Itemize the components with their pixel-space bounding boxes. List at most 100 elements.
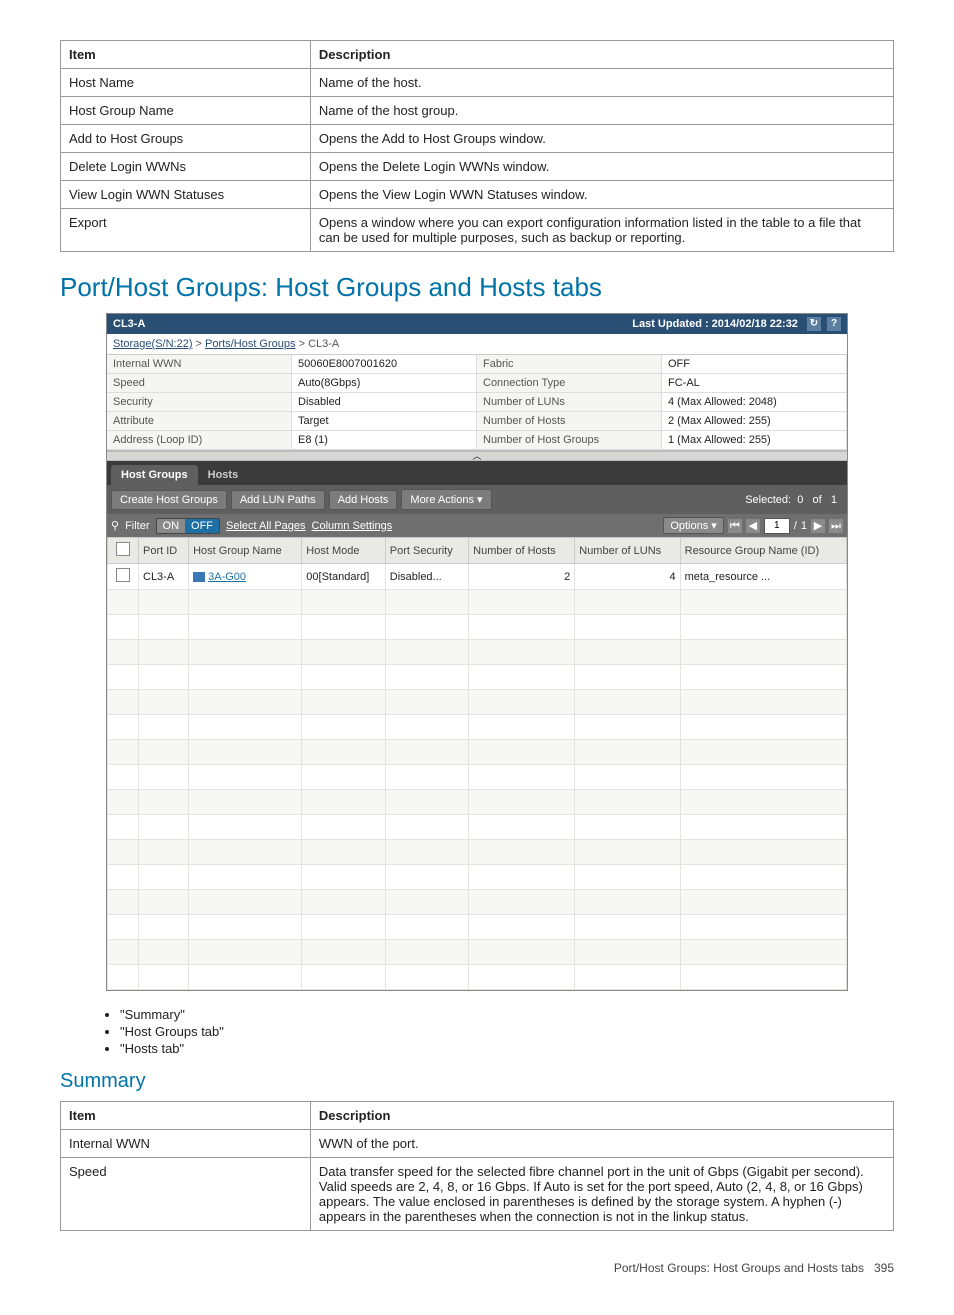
table-row[interactable]: CL3-A 3A-G00 00[Standard] Disabled... 2 … bbox=[108, 564, 847, 590]
list-item: "Summary" bbox=[120, 1007, 894, 1022]
host-group-link[interactable]: 3A-G00 bbox=[208, 571, 246, 583]
item-description-table-1: Item Description Host NameName of the ho… bbox=[60, 40, 894, 252]
tab-host-groups[interactable]: Host Groups bbox=[111, 465, 198, 485]
add-lun-paths-button[interactable]: Add LUN Paths bbox=[231, 490, 325, 510]
breadcrumb-link[interactable]: Storage(S/N:22) bbox=[113, 338, 192, 350]
more-actions-button[interactable]: More Actions ▾ bbox=[401, 489, 491, 510]
filter-toggle[interactable]: ON OFF bbox=[156, 518, 221, 534]
table-row bbox=[108, 890, 847, 915]
col-num-luns[interactable]: Number of LUNs bbox=[575, 538, 680, 564]
page-next-icon[interactable]: ▶ bbox=[811, 519, 825, 533]
info-value: Disabled bbox=[292, 393, 477, 412]
col-port-security[interactable]: Port Security bbox=[385, 538, 468, 564]
heading-port-host-groups: Port/Host Groups: Host Groups and Hosts … bbox=[60, 272, 894, 303]
filterbar: ⚲ Filter ON OFF Select All Pages Column … bbox=[107, 514, 847, 537]
host-groups-table: Port ID Host Group Name Host Mode Port S… bbox=[107, 537, 847, 990]
table-row bbox=[108, 715, 847, 740]
item-description-table-2: Item Description Internal WWNWWN of the … bbox=[60, 1101, 894, 1231]
select-all-pages-button[interactable]: Select All Pages bbox=[226, 520, 306, 532]
col-host-group-name[interactable]: Host Group Name bbox=[189, 538, 302, 564]
cell: WWN of the port. bbox=[310, 1130, 893, 1158]
selected-info: Selected: 0 of 1 bbox=[745, 494, 843, 506]
info-label: Fabric bbox=[477, 355, 662, 374]
options-label: Options bbox=[670, 520, 708, 532]
table-row bbox=[108, 590, 847, 615]
col-host-mode[interactable]: Host Mode bbox=[302, 538, 385, 564]
cell: Opens the View Login WWN Statuses window… bbox=[310, 181, 893, 209]
info-value: E8 (1) bbox=[292, 431, 477, 450]
add-hosts-button[interactable]: Add Hosts bbox=[329, 490, 398, 510]
footer-page: 395 bbox=[874, 1261, 894, 1275]
info-label: Number of Hosts bbox=[477, 412, 662, 431]
table-row bbox=[108, 840, 847, 865]
titlebar: CL3-A Last Updated : 2014/02/18 22:32 ↻ … bbox=[107, 314, 847, 334]
info-value: OFF bbox=[662, 355, 847, 374]
info-value: FC-AL bbox=[662, 374, 847, 393]
table-row bbox=[108, 615, 847, 640]
cell: Name of the host group. bbox=[310, 97, 893, 125]
breadcrumb: Storage(S/N:22) > Ports/Host Groups > CL… bbox=[107, 334, 847, 355]
cell-resource-group: meta_resource ... bbox=[680, 564, 846, 590]
table-row bbox=[108, 965, 847, 990]
info-label: Number of LUNs bbox=[477, 393, 662, 412]
filter-label: Filter bbox=[125, 520, 149, 532]
cell: Name of the host. bbox=[310, 69, 893, 97]
footer-text: Port/Host Groups: Host Groups and Hosts … bbox=[614, 1261, 864, 1275]
info-label: Attribute bbox=[107, 412, 292, 431]
col-item: Item bbox=[61, 1102, 311, 1130]
selected-label: Selected: bbox=[745, 494, 791, 506]
page-prev-icon[interactable]: ◀ bbox=[746, 519, 760, 533]
breadcrumb-current: CL3-A bbox=[308, 338, 339, 350]
cell: Data transfer speed for the selected fib… bbox=[310, 1158, 893, 1231]
window-title: CL3-A bbox=[113, 318, 145, 330]
cell-host-group-name[interactable]: 3A-G00 bbox=[189, 564, 302, 590]
info-label: Address (Loop ID) bbox=[107, 431, 292, 450]
tab-hosts[interactable]: Hosts bbox=[198, 465, 249, 485]
options-button[interactable]: Options ▾ bbox=[663, 517, 724, 534]
info-grid: Internal WWN 50060E8007001620 Fabric OFF… bbox=[107, 355, 847, 451]
info-label: Speed bbox=[107, 374, 292, 393]
row-checkbox[interactable] bbox=[116, 568, 130, 582]
column-settings-button[interactable]: Column Settings bbox=[312, 520, 393, 532]
cell: View Login WWN Statuses bbox=[61, 181, 311, 209]
selected-of: of bbox=[813, 494, 822, 506]
filter-on[interactable]: ON bbox=[157, 519, 186, 533]
info-value: Auto(8Gbps) bbox=[292, 374, 477, 393]
selected-count: 0 bbox=[797, 494, 803, 506]
cell: Opens the Add to Host Groups window. bbox=[310, 125, 893, 153]
cell: Export bbox=[61, 209, 311, 252]
breadcrumb-link[interactable]: Ports/Host Groups bbox=[205, 338, 295, 350]
table-row bbox=[108, 665, 847, 690]
page-last-icon[interactable]: ⏭ bbox=[829, 519, 843, 533]
more-actions-label: More Actions bbox=[410, 494, 474, 506]
create-host-groups-button[interactable]: Create Host Groups bbox=[111, 490, 227, 510]
help-icon[interactable]: ? bbox=[827, 317, 841, 331]
tabs: Host Groups Hosts bbox=[107, 461, 847, 485]
last-updated: Last Updated : 2014/02/18 22:32 bbox=[632, 318, 798, 330]
cell: Internal WWN bbox=[61, 1130, 311, 1158]
toolbar: Create Host Groups Add LUN Paths Add Hos… bbox=[107, 485, 847, 514]
col-resource-group[interactable]: Resource Group Name (ID) bbox=[680, 538, 846, 564]
filter-off[interactable]: OFF bbox=[185, 519, 219, 533]
page-footer: Port/Host Groups: Host Groups and Hosts … bbox=[60, 1261, 894, 1275]
info-label: Number of Host Groups bbox=[477, 431, 662, 450]
col-port-id[interactable]: Port ID bbox=[139, 538, 189, 564]
table-row bbox=[108, 740, 847, 765]
cell: Opens the Delete Login WWNs window. bbox=[310, 153, 893, 181]
table-row bbox=[108, 690, 847, 715]
select-all-checkbox[interactable] bbox=[116, 542, 130, 556]
cell-port-security: Disabled... bbox=[385, 564, 468, 590]
heading-summary: Summary bbox=[60, 1070, 894, 1093]
page-total: 1 bbox=[801, 520, 807, 532]
collapse-handle-icon[interactable]: ︿ bbox=[107, 451, 847, 461]
table-row bbox=[108, 790, 847, 815]
info-label: Connection Type bbox=[477, 374, 662, 393]
cell: Host Name bbox=[61, 69, 311, 97]
page-first-icon[interactable]: ⏮ bbox=[728, 519, 742, 533]
chevron-down-icon: ▾ bbox=[477, 493, 483, 506]
refresh-icon[interactable]: ↻ bbox=[807, 317, 821, 331]
cell-host-mode: 00[Standard] bbox=[302, 564, 385, 590]
info-value: 1 (Max Allowed: 255) bbox=[662, 431, 847, 450]
col-num-hosts[interactable]: Number of Hosts bbox=[469, 538, 575, 564]
page-input[interactable] bbox=[764, 518, 790, 534]
